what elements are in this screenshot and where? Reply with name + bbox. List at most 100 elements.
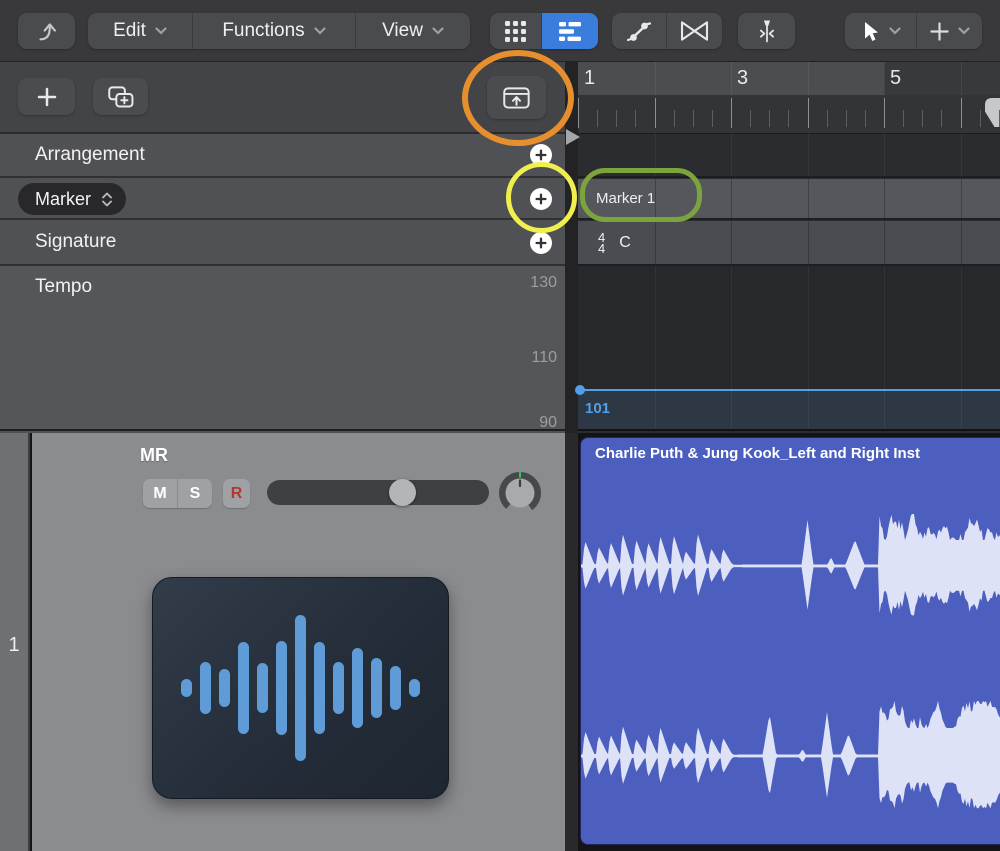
track-area: 1 MR M S R Charlie Puth &	[0, 433, 1000, 851]
marker-flag-icon[interactable]	[985, 98, 1000, 127]
grid-line	[884, 221, 885, 264]
panel-divider	[565, 62, 578, 433]
tempo-lane[interactable]: 101	[578, 266, 1000, 431]
track-rows-icon	[559, 22, 581, 41]
edit-menu[interactable]: Edit	[88, 13, 193, 49]
crosshair-tool-icon	[930, 22, 949, 41]
add-arrangement-marker-button[interactable]	[530, 144, 552, 166]
waveform-icon-bar	[371, 658, 382, 718]
waveform-icon-bar	[409, 679, 420, 697]
audio-region-title: Charlie Puth & Jung Kook_Left and Right …	[595, 445, 920, 462]
bar-ruler[interactable]: 1 3 5	[578, 62, 1000, 95]
view-menu[interactable]: View	[356, 13, 470, 49]
record-enable-button[interactable]: R	[223, 479, 250, 508]
grid-line	[884, 62, 885, 95]
tempo-scale-130: 130	[530, 274, 557, 292]
tracks-view-button[interactable]	[542, 13, 598, 49]
grid-line	[731, 62, 732, 95]
secondary-tool-selector[interactable]	[917, 13, 982, 49]
beat-tick	[693, 110, 694, 127]
mute-button[interactable]: M	[143, 479, 178, 508]
grid-view-button[interactable]	[490, 13, 542, 49]
signature-region[interactable]: 44 C	[578, 221, 1000, 264]
bar-tick	[731, 98, 732, 128]
grid-line	[731, 266, 732, 429]
marker-region[interactable]: Marker 1	[578, 179, 1000, 218]
audio-region[interactable]: Charlie Puth & Jung Kook_Left and Right …	[580, 437, 1000, 845]
marker-lane[interactable]: Marker 1	[578, 178, 1000, 220]
grid-line	[961, 266, 962, 429]
marker-track-row[interactable]: Marker	[0, 178, 565, 220]
volume-slider[interactable]	[267, 480, 489, 505]
track-number-strip: 1	[0, 433, 30, 851]
track-number: 1	[0, 634, 28, 657]
toolbar: Edit Functions View	[0, 0, 1000, 62]
marker-region-name: Marker 1	[596, 190, 655, 207]
beat-tick	[769, 110, 770, 127]
grid-line	[884, 266, 885, 429]
tempo-curve-fill	[578, 391, 1000, 429]
grid-line	[884, 134, 885, 176]
pointer-tool-selector[interactable]	[845, 13, 917, 49]
functions-menu[interactable]: Functions	[193, 13, 356, 49]
edit-menu-label: Edit	[113, 20, 146, 42]
volume-slider-thumb[interactable]	[389, 479, 416, 506]
grid-line	[731, 221, 732, 264]
signature-label: Signature	[35, 231, 116, 253]
beat-tick	[922, 110, 923, 127]
playhead-marker-icon[interactable]	[566, 129, 580, 145]
bar-tick	[961, 98, 962, 128]
waveform-icon-bar	[257, 663, 268, 713]
panel-divider	[565, 433, 578, 851]
split-marquee-icon	[753, 17, 781, 45]
beat-ruler[interactable]	[578, 95, 1000, 134]
add-track-button[interactable]	[18, 78, 75, 115]
beat-tick	[846, 110, 847, 127]
hide-global-tracks-button[interactable]	[487, 76, 546, 119]
signature-track-row[interactable]: Signature	[0, 220, 565, 266]
audio-waveform	[581, 438, 1000, 845]
bar-number-3: 3	[737, 67, 748, 90]
track-header[interactable]: MR M S R	[32, 433, 565, 851]
arrangement-track-row[interactable]: Arrangement	[0, 134, 565, 178]
beat-tick	[827, 110, 828, 127]
tempo-point[interactable]	[575, 385, 585, 395]
back-button[interactable]	[18, 13, 75, 49]
grid-line	[961, 221, 962, 264]
split-at-playhead-button[interactable]	[738, 13, 795, 49]
tempo-track-row[interactable]: Tempo 130 110 90	[0, 266, 565, 431]
duplicate-track-button[interactable]	[93, 78, 148, 115]
marker-track-type-dropdown[interactable]: Marker	[18, 183, 126, 215]
solo-button[interactable]: S	[178, 479, 212, 508]
view-mode-switch	[490, 13, 598, 49]
time-signature-value: 44	[598, 232, 605, 254]
tempo-scale-110: 110	[531, 349, 557, 367]
bar-tick	[808, 98, 809, 128]
beat-tick	[750, 110, 751, 127]
add-marker-button[interactable]	[530, 188, 552, 210]
grid-line	[808, 266, 809, 429]
arrangement-label: Arrangement	[35, 144, 145, 166]
grid-line	[655, 221, 656, 264]
pan-knob[interactable]	[498, 471, 542, 515]
grid-line	[808, 179, 809, 218]
global-tracks-toolbar	[0, 62, 565, 134]
add-signature-button[interactable]	[530, 232, 552, 254]
duplicate-icon	[108, 86, 134, 108]
automation-button[interactable]	[612, 13, 667, 49]
beat-tick	[980, 110, 981, 127]
plus-icon	[535, 149, 547, 161]
beat-tick	[903, 110, 904, 127]
bar-tick	[578, 98, 579, 128]
track-lane[interactable]: Charlie Puth & Jung Kook_Left and Right …	[578, 433, 1000, 851]
waveform-icon-bar	[276, 641, 287, 735]
signature-lane[interactable]: 44 C	[578, 220, 1000, 266]
bar-tick	[655, 98, 656, 128]
beat-tick	[865, 110, 866, 127]
arrangement-lane[interactable]	[578, 134, 1000, 178]
plus-icon	[36, 86, 58, 108]
crossfade-button[interactable]	[667, 13, 722, 49]
grid-icon	[505, 21, 526, 42]
tempo-curve-line[interactable]	[578, 389, 1000, 391]
grid-line	[808, 134, 809, 176]
